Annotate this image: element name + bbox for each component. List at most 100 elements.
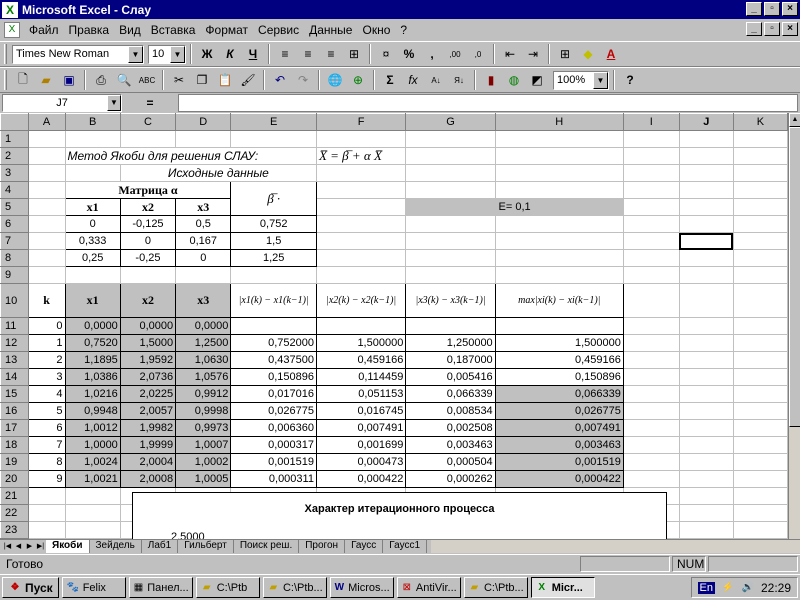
font-color-icon[interactable]: A — [600, 43, 622, 65]
row-header[interactable]: 12 — [0, 334, 29, 352]
iteration-cell[interactable]: 2,0057 — [119, 402, 177, 420]
web-toolbar-icon[interactable]: ⊕ — [347, 69, 369, 91]
name-box[interactable]: J7 ▼ — [2, 94, 122, 112]
iteration-cell[interactable]: 0,005416 — [405, 368, 496, 386]
iteration-cell[interactable]: 0,000317 — [230, 436, 317, 454]
close-button[interactable]: × — [782, 2, 798, 16]
merge-center-icon[interactable]: ⊞ — [343, 43, 365, 65]
borders-icon[interactable]: ⊞ — [554, 43, 576, 65]
autosum-icon[interactable]: Σ — [379, 69, 401, 91]
col-header[interactable]: A — [27, 113, 66, 131]
new-file-icon[interactable]: 🗋 — [12, 69, 34, 91]
equals-button[interactable]: = — [122, 96, 178, 110]
font-name-select[interactable]: Times New Roman ▼ — [12, 44, 144, 64]
tab-hilbert[interactable]: Гильберт — [178, 540, 234, 553]
zoom-select[interactable]: 100% ▼ — [553, 70, 609, 90]
col-header[interactable]: B — [64, 113, 121, 131]
col-header[interactable]: E — [230, 113, 317, 131]
network-icon[interactable]: ⚡ — [721, 581, 735, 595]
iteration-cell[interactable]: 0,000473 — [315, 453, 407, 471]
redo-icon[interactable]: ↷ — [292, 69, 314, 91]
last-sheet-icon[interactable]: ▶| — [35, 541, 46, 553]
matrix-cell[interactable]: 0,5 — [175, 215, 232, 233]
tab-jacobi[interactable]: Якоби — [46, 540, 90, 553]
iteration-cell[interactable]: 0,026775 — [494, 402, 624, 420]
matrix-cell[interactable]: 0,167 — [175, 232, 232, 250]
start-button[interactable]: ❖ Пуск — [2, 577, 59, 598]
beta-cell[interactable]: 0,752 — [230, 215, 317, 233]
decrease-decimal-icon[interactable]: ,0 — [467, 43, 489, 65]
row-header[interactable]: 23 — [0, 521, 29, 539]
matrix-cell[interactable]: 0,333 — [64, 232, 121, 250]
spelling-icon[interactable]: ABC — [136, 69, 158, 91]
bold-button[interactable]: Ж — [196, 43, 218, 65]
matrix-cell[interactable]: -0,125 — [119, 215, 177, 233]
iteration-cell[interactable]: 1,0021 — [64, 470, 121, 488]
tab-seidel[interactable]: Зейдель — [90, 540, 142, 553]
iteration-cell[interactable]: 1,0216 — [64, 385, 121, 403]
iteration-k-cell[interactable]: 9 — [27, 470, 66, 488]
iteration-cell[interactable]: 1,0012 — [64, 419, 121, 437]
iteration-cell[interactable]: 1,0002 — [175, 453, 232, 471]
scroll-up-icon[interactable]: ▲ — [789, 113, 800, 127]
iteration-cell[interactable]: 0,0000 — [119, 317, 177, 335]
iteration-cell[interactable]: 0,066339 — [405, 385, 496, 403]
scroll-thumb[interactable] — [789, 127, 800, 427]
iteration-cell[interactable]: 0,0000 — [64, 317, 121, 335]
vertical-scrollbar[interactable]: ▲ — [788, 113, 800, 539]
row-header[interactable]: 17 — [0, 419, 29, 437]
iteration-cell[interactable]: 0,000422 — [494, 470, 624, 488]
doc-minimize-button[interactable]: _ — [746, 22, 762, 36]
font-size-select[interactable]: 10 ▼ — [148, 44, 186, 64]
undo-icon[interactable]: ↶ — [269, 69, 291, 91]
iteration-cell[interactable]: 0,066339 — [494, 385, 624, 403]
row-header[interactable]: 14 — [0, 368, 29, 386]
doc-restore-button[interactable]: ▫ — [764, 22, 780, 36]
col-header[interactable]: J — [678, 113, 734, 131]
format-painter-icon[interactable]: 🖌 — [237, 69, 259, 91]
iteration-cell[interactable] — [230, 317, 317, 335]
iteration-cell[interactable]: 1,0007 — [175, 436, 232, 454]
tab-solver[interactable]: Поиск реш. — [234, 540, 300, 553]
comma-style-icon[interactable]: , — [421, 43, 443, 65]
tab-lab1[interactable]: Лаб1 — [142, 540, 179, 553]
iteration-cell[interactable]: 0,001519 — [230, 453, 317, 471]
matrix-cell[interactable]: -0,25 — [119, 249, 177, 267]
percent-icon[interactable]: % — [398, 43, 420, 65]
worksheet-grid[interactable]: A B C D E F G H I J K 1 2 Метод Якоби дл… — [0, 113, 788, 539]
iteration-cell[interactable]: 0,150896 — [494, 368, 624, 386]
row-header[interactable]: 6 — [0, 215, 29, 233]
row-header[interactable]: 3 — [0, 164, 29, 182]
task-word[interactable]: W Micros... — [329, 577, 394, 598]
task-folder-ptb[interactable]: ▰ C:\Ptb — [195, 577, 260, 598]
iteration-cell[interactable]: 1,9999 — [119, 436, 177, 454]
iteration-chart[interactable]: Характер итерационного процесса 2,5000 — [132, 492, 667, 539]
iteration-cell[interactable]: 1,9592 — [119, 351, 177, 369]
cut-icon[interactable]: ✂ — [168, 69, 190, 91]
chart-wizard-icon[interactable]: ▮ — [480, 69, 502, 91]
iteration-cell[interactable]: 0,000422 — [315, 470, 407, 488]
row-header[interactable]: 8 — [0, 249, 29, 267]
iteration-cell[interactable]: 0,051153 — [315, 385, 407, 403]
italic-button[interactable]: К — [219, 43, 241, 65]
volume-icon[interactable]: 🔊 — [741, 581, 755, 595]
drawing-icon[interactable]: ◩ — [526, 69, 548, 91]
open-folder-icon[interactable]: ▰ — [35, 69, 57, 91]
col-header[interactable]: I — [622, 113, 680, 131]
iteration-cell[interactable]: 0,003463 — [405, 436, 496, 454]
row-header[interactable]: 7 — [0, 232, 29, 250]
tab-sweep[interactable]: Прогон — [299, 540, 346, 553]
matrix-cell[interactable]: 0 — [175, 249, 232, 267]
row-header[interactable]: 10 — [0, 283, 29, 318]
iteration-cell[interactable]: 1,9982 — [119, 419, 177, 437]
tab-gauss[interactable]: Гаусс — [345, 540, 384, 553]
menu-edit[interactable]: Правка — [64, 23, 115, 37]
iteration-cell[interactable]: 1,500000 — [315, 334, 407, 352]
iteration-cell[interactable]: 0,000504 — [405, 453, 496, 471]
task-felix[interactable]: 🐾 Felix — [61, 577, 126, 598]
task-control-panel[interactable]: ▦ Панел... — [128, 577, 193, 598]
iteration-k-cell[interactable]: 2 — [27, 351, 66, 369]
iteration-cell[interactable]: 0,001699 — [315, 436, 407, 454]
menu-view[interactable]: Вид — [114, 23, 146, 37]
iteration-cell[interactable]: 0,437500 — [230, 351, 317, 369]
